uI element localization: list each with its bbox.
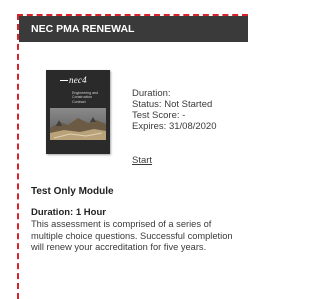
book-cover-photo [50, 108, 106, 140]
start-link[interactable]: Start [132, 155, 152, 166]
module-description: This assessment is comprised of a series… [31, 219, 233, 253]
duration-field: Duration: [132, 88, 171, 99]
nec4-logo: nec4 [60, 75, 87, 85]
module-title: Test Only Module [31, 186, 114, 197]
course-card: NEC PMA RENEWAL nec4 Engineering and Con… [17, 14, 248, 299]
course-meta: Duration: Status: Not Started Test Score… [132, 88, 217, 132]
card-body: nec4 Engineering and Construction Contra… [19, 42, 248, 299]
card-title: NEC PMA RENEWAL [19, 16, 248, 42]
book-title: Engineering and Construction Contract [72, 91, 99, 104]
status-field: Status: Not Started [132, 99, 213, 110]
module-duration: Duration: 1 Hour [31, 207, 106, 218]
test-score-field: Test Score: - [132, 110, 186, 121]
page: NEC PMA RENEWAL nec4 Engineering and Con… [0, 0, 248, 299]
expires-field: Expires: 31/08/2020 [132, 121, 217, 132]
book-cover-image: nec4 Engineering and Construction Contra… [46, 70, 110, 154]
